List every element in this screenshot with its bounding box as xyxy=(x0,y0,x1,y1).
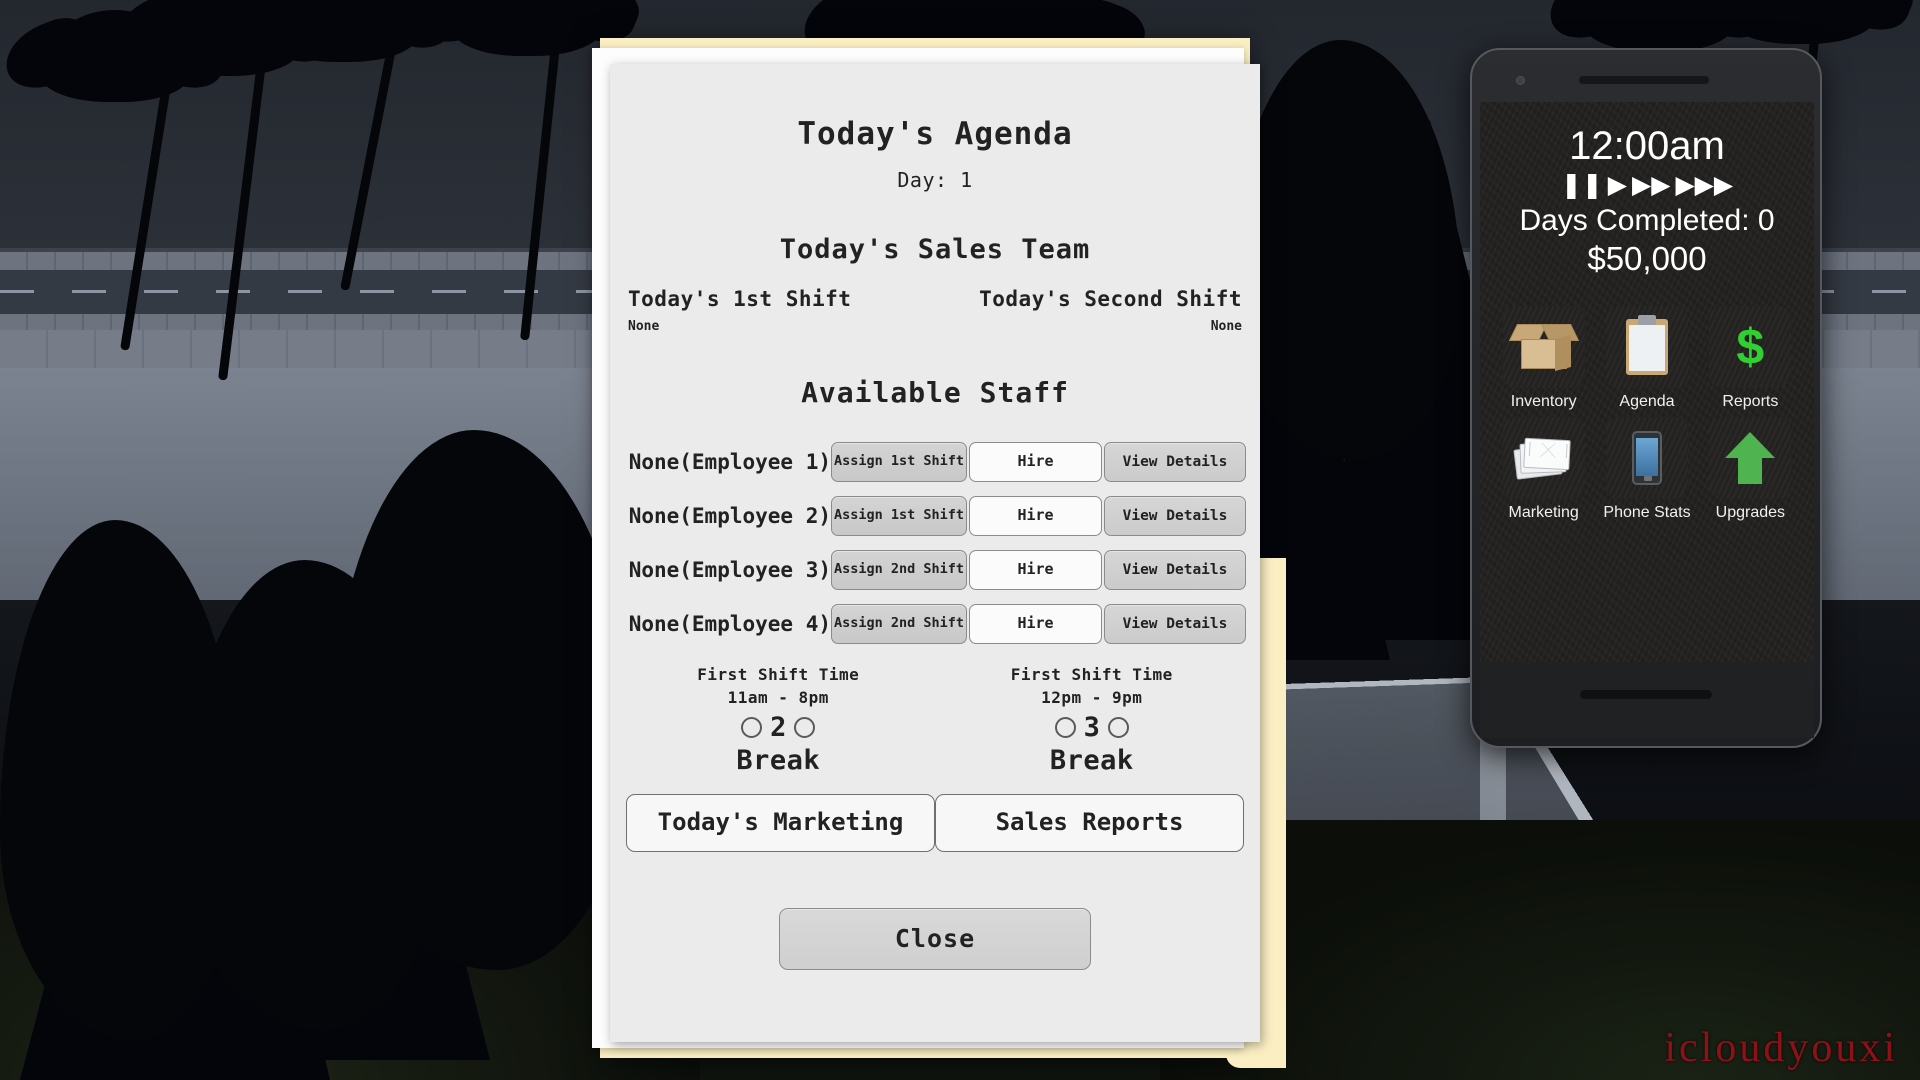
second-shift-column: Today's Second Shift None xyxy=(941,287,1242,334)
break-increment-radio[interactable] xyxy=(794,717,816,738)
phone-chin xyxy=(1480,662,1814,738)
app-tile[interactable] xyxy=(1502,417,1585,499)
days-completed: Days Completed: 0 xyxy=(1519,204,1775,237)
fast-forward-icon[interactable]: ▶▶ xyxy=(1632,173,1670,198)
sales-team-heading: Today's Sales Team xyxy=(779,234,1091,265)
break-stepper: 3 xyxy=(964,712,1221,743)
available-staff-heading: Available Staff xyxy=(801,376,1069,409)
app-phone-stats[interactable]: Phone Stats xyxy=(1597,417,1696,522)
app-label: Reports xyxy=(1722,393,1779,410)
app-label: Phone Stats xyxy=(1603,504,1691,521)
game-clock: 12:00am xyxy=(1569,124,1725,168)
envelopes-icon xyxy=(1512,437,1573,480)
app-upgrades[interactable]: Upgrades xyxy=(1701,417,1800,522)
app-grid: Inventory Agenda $ Reports Marketing Pho… xyxy=(1480,306,1814,522)
app-reports[interactable]: $ Reports xyxy=(1701,306,1800,411)
assign-shift-button[interactable]: Assign 2nd Shift xyxy=(831,550,967,590)
shift-time-range: 12pm - 9pm xyxy=(1041,688,1143,707)
page-title: Today's Agenda xyxy=(797,116,1073,152)
close-row: Close xyxy=(624,908,1246,970)
day-counter: Day: 1 xyxy=(897,168,973,192)
assign-shift-button[interactable]: Assign 1st Shift xyxy=(831,442,967,482)
first-shift-column: Today's 1st Shift None xyxy=(628,287,929,334)
app-tile[interactable] xyxy=(1605,417,1688,499)
employee-name: None(Employee 2) xyxy=(628,504,831,528)
break-count: 3 xyxy=(1083,712,1100,743)
palm-tree-crown xyxy=(452,0,602,56)
earpiece-speaker xyxy=(1579,76,1709,84)
play-icon[interactable]: ▶ xyxy=(1608,173,1627,198)
hire-button[interactable]: Hire xyxy=(969,550,1102,590)
view-details-button[interactable]: View Details xyxy=(1104,496,1246,536)
second-shift-value: None xyxy=(1210,319,1242,334)
employee-name: None(Employee 3) xyxy=(628,558,831,582)
first-shift-title: Today's 1st Shift xyxy=(628,287,852,311)
app-label: Marketing xyxy=(1508,504,1579,521)
shift-time-title: First Shift Time xyxy=(697,665,860,684)
shift-time-title: First Shift Time xyxy=(1010,665,1173,684)
view-details-button[interactable]: View Details xyxy=(1104,442,1246,482)
hire-button[interactable]: Hire xyxy=(969,604,1102,644)
clipboard-icon xyxy=(1625,315,1668,375)
hire-button[interactable]: Hire xyxy=(969,442,1102,482)
employee-name: None(Employee 4) xyxy=(628,612,831,636)
shift-time-range: 11am - 8pm xyxy=(727,688,829,707)
money-balance: $50,000 xyxy=(1587,240,1707,277)
close-button[interactable]: Close xyxy=(779,908,1091,970)
app-marketing[interactable]: Marketing xyxy=(1494,417,1593,522)
very-fast-forward-icon[interactable]: ▶▶▶ xyxy=(1675,173,1733,198)
secondary-actions-row: Today's Marketing Sales Reports xyxy=(624,794,1246,852)
smartphone-icon xyxy=(1631,431,1662,485)
hire-button[interactable]: Hire xyxy=(969,496,1102,536)
app-tile[interactable]: $ xyxy=(1709,306,1792,388)
view-details-button[interactable]: View Details xyxy=(1104,604,1246,644)
app-tile[interactable] xyxy=(1709,417,1792,499)
break-increment-radio[interactable] xyxy=(1107,717,1129,738)
table-row: None(Employee 4) Assign 2nd Shift Hire V… xyxy=(624,603,1246,645)
break-label: Break xyxy=(736,745,821,776)
front-camera-icon xyxy=(1516,76,1525,85)
table-row: None(Employee 3) Assign 2nd Shift Hire V… xyxy=(624,549,1246,591)
break-decrement-radio[interactable] xyxy=(1054,717,1076,738)
assign-shift-button[interactable]: Assign 1st Shift xyxy=(831,496,967,536)
break-stepper: 2 xyxy=(650,712,907,743)
phone-hud: 12:00am ❚❚ ▶ ▶▶ ▶▶▶ Days Completed: 0 $5… xyxy=(1470,48,1822,748)
todays-marketing-button[interactable]: Today's Marketing xyxy=(626,794,935,852)
sales-reports-button[interactable]: Sales Reports xyxy=(935,794,1244,852)
dollar-icon: $ xyxy=(1736,319,1765,375)
shift-time-row: First Shift Time 11am - 8pm 2 Break Firs… xyxy=(624,665,1246,776)
agenda-dialog: Today's Agenda Day: 1 Today's Sales Team… xyxy=(592,38,1286,1068)
agenda-paper: Today's Agenda Day: 1 Today's Sales Team… xyxy=(610,64,1260,1042)
app-tile[interactable] xyxy=(1605,306,1688,388)
view-details-button[interactable]: View Details xyxy=(1104,550,1246,590)
watermark: icloudyouxi xyxy=(1664,1025,1898,1071)
first-shift-time-block: First Shift Time 11am - 8pm 2 Break xyxy=(650,665,907,776)
phone-screen: 12:00am ❚❚ ▶ ▶▶ ▶▶▶ Days Completed: 0 $5… xyxy=(1480,102,1814,662)
available-staff-list: None(Employee 1) Assign 1st Shift Hire V… xyxy=(624,441,1246,645)
app-label: Upgrades xyxy=(1715,504,1786,521)
employee-name: None(Employee 1) xyxy=(628,450,831,474)
app-inventory[interactable]: Inventory xyxy=(1494,306,1593,411)
break-label: Break xyxy=(1049,745,1134,776)
second-shift-title: Today's Second Shift xyxy=(979,287,1242,311)
app-agenda[interactable]: Agenda xyxy=(1597,306,1696,411)
break-decrement-radio[interactable] xyxy=(741,717,763,738)
shift-summary-row: Today's 1st Shift None Today's Second Sh… xyxy=(624,287,1246,334)
home-button[interactable] xyxy=(1580,690,1712,699)
second-shift-time-block: First Shift Time 12pm - 9pm 3 Break xyxy=(964,665,1221,776)
break-count: 2 xyxy=(770,712,787,743)
assign-shift-button[interactable]: Assign 2nd Shift xyxy=(831,604,967,644)
pause-icon[interactable]: ❚❚ xyxy=(1561,173,1603,198)
box-icon xyxy=(1508,324,1579,371)
palm-tree-crown xyxy=(268,0,418,62)
table-row: None(Employee 1) Assign 1st Shift Hire V… xyxy=(624,441,1246,483)
first-shift-value: None xyxy=(628,319,660,334)
app-label: Agenda xyxy=(1619,393,1675,410)
table-row: None(Employee 2) Assign 1st Shift Hire V… xyxy=(624,495,1246,537)
time-speed-controls: ❚❚ ▶ ▶▶ ▶▶▶ xyxy=(1480,173,1814,198)
app-label: Inventory xyxy=(1510,393,1577,410)
app-tile[interactable] xyxy=(1502,306,1585,388)
